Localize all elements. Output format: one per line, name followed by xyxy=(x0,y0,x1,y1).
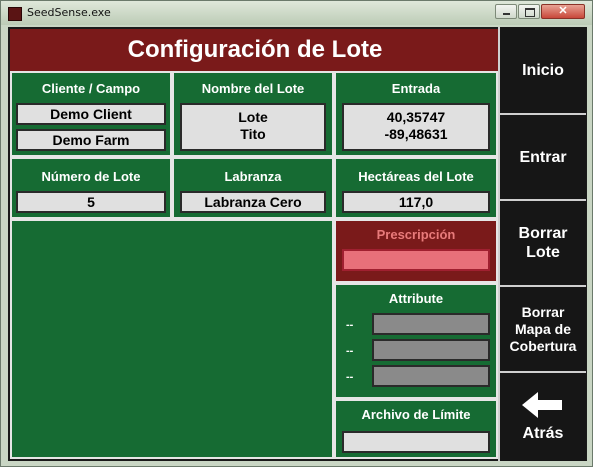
home-button[interactable]: Inicio xyxy=(498,27,586,115)
field-name-line1: Lote xyxy=(238,109,268,125)
field-name-line2: Tito xyxy=(240,126,266,142)
minimize-icon xyxy=(503,13,510,15)
page-title: Configuración de Lote xyxy=(10,29,500,71)
back-button[interactable]: Atrás xyxy=(498,373,586,461)
delete-coverage-label-line2: Mapa de xyxy=(514,320,571,337)
title-bar: SeedSense.exe ✕ xyxy=(1,1,592,25)
enter-button-label: Entrar xyxy=(519,148,567,166)
entry-latitude: 40,35747 xyxy=(386,109,446,125)
delete-field-label-line1: Borrar xyxy=(518,225,568,242)
prescription-panel: Prescripción xyxy=(334,219,498,283)
farm-field[interactable]: Demo Farm xyxy=(16,129,166,151)
hectares-field[interactable]: 117,0 xyxy=(342,191,490,213)
client-farm-panel: Cliente / Campo Demo Client Demo Farm xyxy=(10,71,172,157)
delete-coverage-map-button[interactable]: Borrar Mapa de Cobertura xyxy=(498,287,586,373)
boundary-file-panel: Archivo de Límite xyxy=(334,399,498,459)
window-title: SeedSense.exe xyxy=(27,6,111,19)
entry-longitude: -89,48631 xyxy=(384,126,448,142)
field-number-panel: Número de Lote 5 xyxy=(10,157,172,219)
field-number-input[interactable]: 5 xyxy=(16,191,166,213)
field-name-panel: Nombre del Lote Lote Tito xyxy=(172,71,334,157)
attribute-field-1[interactable] xyxy=(372,313,490,335)
hectares-label: Hectáreas del Lote xyxy=(358,169,474,184)
boundary-file-label: Archivo de Límite xyxy=(361,407,471,422)
field-number-label: Número de Lote xyxy=(41,169,141,184)
entry-label: Entrada xyxy=(391,81,441,96)
minimize-button[interactable] xyxy=(495,4,517,19)
client-farm-label: Cliente / Campo xyxy=(41,81,141,96)
attribute-field-3[interactable] xyxy=(372,365,490,387)
field-name-input[interactable]: Lote Tito xyxy=(180,103,326,151)
tillage-label: Labranza xyxy=(224,169,282,184)
field-name-label: Nombre del Lote xyxy=(201,81,305,96)
client-area: Configuración de Lote Cliente / Campo De… xyxy=(8,27,587,461)
tillage-panel: Labranza Labranza Cero xyxy=(172,157,334,219)
client-field[interactable]: Demo Client xyxy=(16,103,166,125)
close-icon: ✕ xyxy=(558,5,568,17)
delete-field-button[interactable]: Borrar Lote xyxy=(498,201,586,287)
attribute-row-label: -- xyxy=(346,371,354,383)
back-arrow-icon xyxy=(522,391,562,418)
prescription-label: Prescripción xyxy=(376,227,456,242)
close-button[interactable]: ✕ xyxy=(541,4,585,19)
map-area xyxy=(10,219,334,459)
delete-coverage-label-line1: Borrar xyxy=(521,303,565,320)
app-icon xyxy=(8,7,22,21)
attribute-label: Attribute xyxy=(388,291,444,306)
attribute-row-label: -- xyxy=(346,319,354,331)
attribute-row-label: -- xyxy=(346,345,354,357)
maximize-icon xyxy=(525,8,535,17)
delete-field-label-line2: Lote xyxy=(526,244,560,261)
maximize-button[interactable] xyxy=(518,4,540,19)
prescription-field[interactable] xyxy=(342,249,490,271)
back-button-label: Atrás xyxy=(522,424,564,442)
enter-button[interactable]: Entrar xyxy=(498,115,586,201)
hectares-panel: Hectáreas del Lote 117,0 xyxy=(334,157,498,219)
app-window: SeedSense.exe ✕ Configuración de Lote Cl… xyxy=(0,0,593,467)
attribute-field-2[interactable] xyxy=(372,339,490,361)
delete-coverage-label-line3: Cobertura xyxy=(509,337,577,354)
boundary-file-field[interactable] xyxy=(342,431,490,453)
home-button-label: Inicio xyxy=(522,61,564,79)
entry-coordinates-field[interactable]: 40,35747 -89,48631 xyxy=(342,103,490,151)
entry-panel: Entrada 40,35747 -89,48631 xyxy=(334,71,498,157)
attribute-panel: Attribute -- -- -- xyxy=(334,283,498,399)
tillage-select[interactable]: Labranza Cero xyxy=(180,191,326,213)
